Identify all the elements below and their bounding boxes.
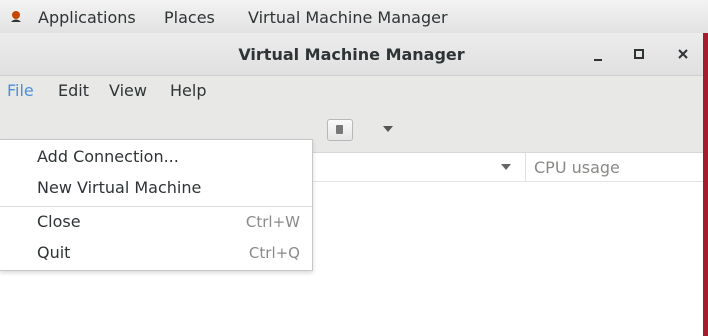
menubar: File Edit View Help <box>0 76 703 106</box>
menu-item-shortcut: Ctrl+W <box>245 213 300 231</box>
close-button[interactable] <box>668 33 698 75</box>
maximize-icon <box>634 49 644 59</box>
maximize-button[interactable] <box>624 33 654 75</box>
menu-help[interactable]: Help <box>170 76 206 106</box>
column-separator <box>525 153 526 181</box>
menu-item-quit[interactable]: Quit Ctrl+Q <box>0 238 312 268</box>
stop-icon <box>336 125 343 134</box>
places-menu[interactable]: Places <box>164 0 215 33</box>
menu-view[interactable]: View <box>109 76 147 106</box>
menu-item-add-connection[interactable]: Add Connection... <box>0 142 312 172</box>
minimize-button[interactable] <box>583 33 613 75</box>
menu-item-label: Quit <box>37 243 71 262</box>
menu-item-label: New Virtual Machine <box>37 178 202 197</box>
file-menu-dropdown: Add Connection... New Virtual Machine Cl… <box>0 139 313 271</box>
gnome-top-bar: Applications Places Virtual Machine Mana… <box>0 0 708 34</box>
app-menu[interactable]: Virtual Machine Manager <box>248 0 448 33</box>
applications-icon[interactable] <box>9 10 23 24</box>
menu-item-label: Close <box>37 212 81 231</box>
menu-item-shortcut: Ctrl+Q <box>248 244 300 262</box>
vmm-window: Virtual Machine Manager File Edit View H… <box>0 33 703 336</box>
menu-edit[interactable]: Edit <box>58 76 89 106</box>
menu-item-close[interactable]: Close Ctrl+W <box>0 207 312 237</box>
applications-menu[interactable]: Applications <box>38 0 136 33</box>
sort-arrow-icon[interactable] <box>501 164 511 170</box>
window-titlebar[interactable]: Virtual Machine Manager <box>0 33 703 76</box>
column-cpu-usage[interactable]: CPU usage <box>534 153 620 182</box>
close-icon <box>678 49 688 59</box>
menu-item-label: Add Connection... <box>37 147 179 166</box>
desktop-background <box>703 33 708 336</box>
shutdown-button[interactable] <box>327 119 353 141</box>
menu-item-new-vm[interactable]: New Virtual Machine <box>0 173 312 203</box>
chevron-down-icon[interactable] <box>383 126 393 132</box>
minimize-icon <box>594 59 602 61</box>
menu-file[interactable]: File <box>7 76 34 106</box>
